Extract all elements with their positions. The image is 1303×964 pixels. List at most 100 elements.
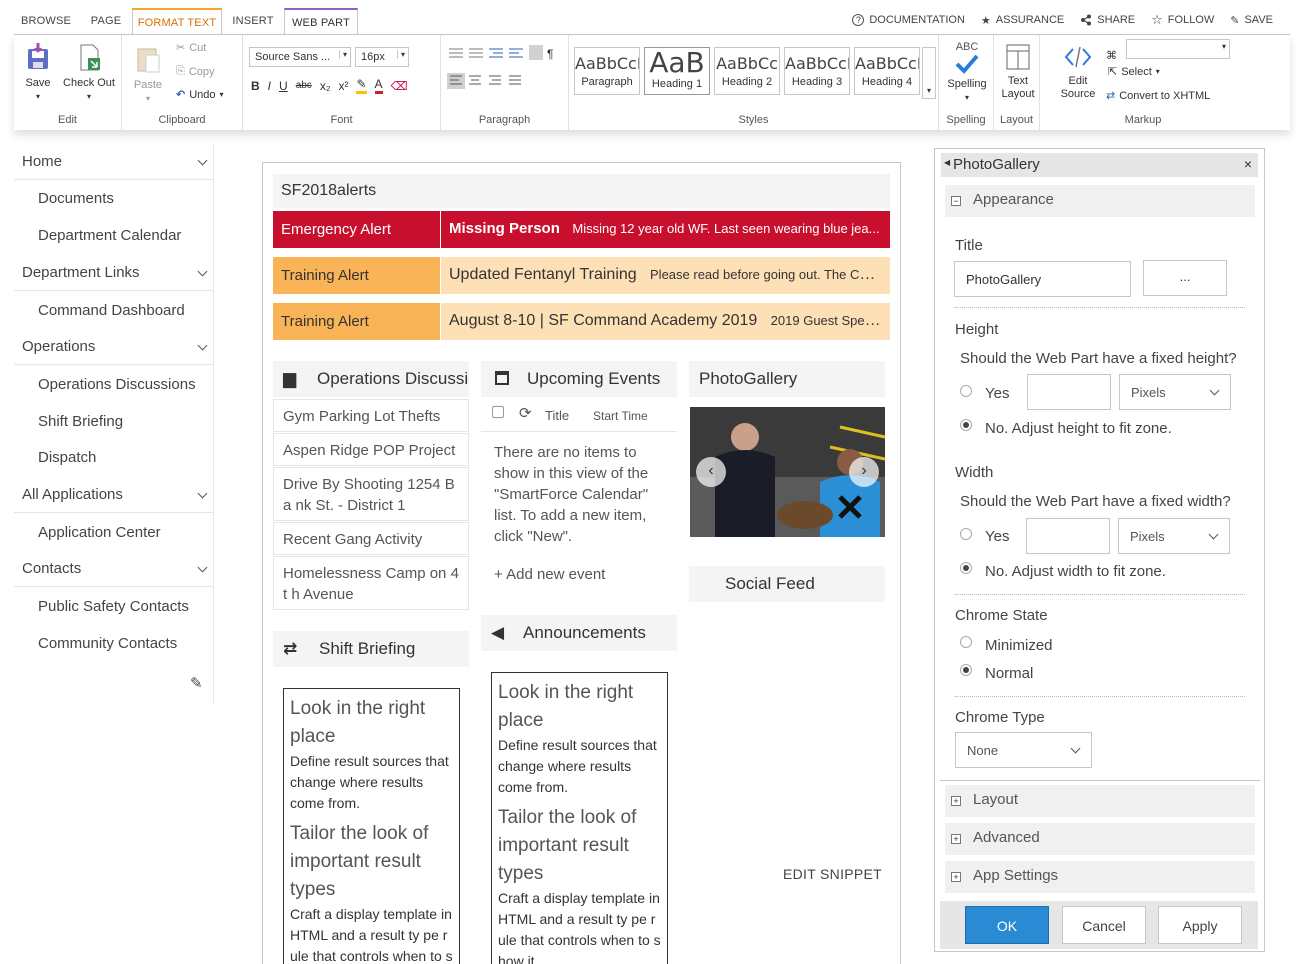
edit-links-pencil-icon[interactable]: ✎ [190, 674, 203, 692]
previous-image-button[interactable]: ‹ [696, 457, 726, 487]
title-input[interactable]: PhotoGallery [954, 261, 1131, 297]
events-col-start[interactable]: Start Time [593, 409, 648, 423]
save-link[interactable]: ✎ SAVE [1230, 12, 1273, 28]
checkout-button[interactable]: Check Out ▾ [60, 43, 118, 103]
paragraph-tools-icon[interactable]: ¶ [447, 45, 565, 99]
font-family-select[interactable]: Source Sans ... ▾ [249, 47, 351, 67]
select-all-checkbox[interactable] [492, 406, 504, 418]
follow-link[interactable]: ☆ FOLLOW [1151, 12, 1214, 28]
add-new-event-link[interactable]: + Add new event [494, 566, 605, 583]
list-item[interactable]: Aspen Ridge POP Project [273, 433, 469, 466]
style-heading-2[interactable]: AaBbCc Heading 2 [714, 47, 780, 95]
refresh-icon[interactable]: ⟳ [519, 404, 532, 422]
styles-more-button[interactable]: ▾ [922, 47, 936, 99]
underline-button[interactable]: U [279, 79, 288, 93]
style-heading-4[interactable]: AaBbCcD Heading 4 [854, 47, 920, 95]
chevron-down-icon[interactable] [197, 340, 208, 351]
tab-page[interactable]: PAGE [84, 8, 128, 36]
nav-department-links[interactable]: Department Links [14, 255, 214, 291]
section-layout[interactable]: + Layout [945, 785, 1255, 817]
events-col-title[interactable]: Title [545, 408, 569, 423]
height-yes-radio[interactable] [960, 385, 972, 397]
nav-department-calendar[interactable]: Department Calendar [38, 227, 181, 244]
convert-xhtml-button[interactable]: ⇄ Convert to XHTML [1106, 89, 1210, 103]
tab-web-part[interactable]: WEB PART [284, 8, 358, 36]
nav-community-contacts[interactable]: Community Contacts [38, 635, 177, 652]
height-unit-select[interactable]: Pixels [1119, 374, 1231, 410]
next-image-button[interactable]: › [849, 457, 879, 487]
spelling-button[interactable]: ABC Spelling ▾ [943, 41, 991, 104]
share-link[interactable]: SHARE [1080, 12, 1135, 28]
ok-button[interactable]: OK [965, 906, 1049, 944]
social-feed-header[interactable]: Social Feed [689, 566, 885, 602]
superscript-button[interactable]: x² [338, 79, 348, 93]
chevron-down-icon[interactable] [197, 155, 208, 166]
alert-row-training-1[interactable]: Training Alert Updated Fentanyl Training… [273, 257, 890, 294]
browse-button[interactable]: ... [1143, 260, 1227, 296]
language-icon[interactable]: ⌘ [1106, 49, 1117, 62]
section-app-settings[interactable]: + App Settings [945, 861, 1255, 893]
clear-format-icon[interactable]: ⌫ [391, 79, 408, 93]
nav-operations[interactable]: Operations [14, 329, 214, 365]
edit-source-button[interactable]: Edit Source [1056, 43, 1100, 101]
font-size-select[interactable]: 16px ▾ [355, 47, 409, 67]
minimized-radio[interactable] [960, 636, 972, 648]
close-icon[interactable]: × [1244, 156, 1252, 172]
width-yes-radio[interactable] [960, 528, 972, 540]
highlight-icon[interactable]: ✎ [356, 77, 367, 94]
shift-briefing-title[interactable]: Shift Briefing [319, 639, 415, 658]
nav-public-safety-contacts[interactable]: Public Safety Contacts [38, 598, 189, 615]
undo-button[interactable]: ↶ Undo ▾ [176, 88, 224, 102]
nav-application-center[interactable]: Application Center [38, 524, 161, 541]
section-appearance[interactable]: − Appearance [945, 185, 1255, 217]
nav-all-applications[interactable]: All Applications [14, 477, 214, 513]
style-heading-3[interactable]: AaBbCcI Heading 3 [784, 47, 850, 95]
italic-button[interactable]: I [268, 79, 271, 93]
list-item[interactable]: Gym Parking Lot Thefts [273, 399, 469, 432]
copy-button[interactable]: ⎘ Copy [176, 65, 215, 78]
save-button[interactable]: Save ▾ [22, 43, 54, 103]
bold-button[interactable]: B [251, 79, 260, 93]
chevron-down-icon[interactable] [197, 562, 208, 573]
select-button[interactable]: ⇱ Select ▾ [1108, 65, 1160, 79]
nav-dispatch[interactable]: Dispatch [38, 449, 96, 466]
style-heading-1[interactable]: AaB Heading 1 [644, 47, 710, 95]
width-no-radio[interactable] [960, 562, 972, 574]
cancel-button[interactable]: Cancel [1062, 906, 1146, 944]
photo-gallery-header[interactable]: PhotoGallery [689, 361, 885, 397]
alert-row-training-2[interactable]: Training Alert August 8-10 | SF Command … [273, 303, 890, 340]
nav-home[interactable]: Home [14, 144, 214, 180]
height-no-radio[interactable] [960, 419, 972, 431]
subscript-button[interactable]: x₂ [320, 79, 331, 93]
chevron-down-icon[interactable] [197, 488, 208, 499]
edit-snippet-link[interactable]: EDIT SNIPPET [783, 866, 882, 882]
style-paragraph[interactable]: AaBbCcD Paragraph [574, 47, 640, 95]
width-unit-select[interactable]: Pixels [1118, 518, 1230, 554]
events-title[interactable]: Upcoming Events [527, 369, 660, 388]
font-color-button[interactable]: A [374, 77, 383, 94]
ops-discussions-title[interactable]: Operations Discussions [317, 369, 469, 388]
nav-contacts[interactable]: Contacts [14, 551, 214, 587]
chrome-type-select[interactable]: None [955, 732, 1092, 768]
list-item[interactable]: Homelessness Camp on 4t h Avenue [273, 556, 469, 610]
collapse-pane-icon[interactable]: ◀ [944, 158, 950, 167]
tab-insert[interactable]: INSERT [224, 8, 282, 36]
list-item[interactable]: Drive By Shooting 1254 Ba nk St. - Distr… [273, 467, 469, 521]
paste-button[interactable]: Paste ▾ [132, 45, 164, 105]
width-value-input[interactable] [1026, 518, 1110, 554]
nav-command-dashboard[interactable]: Command Dashboard [38, 302, 185, 319]
nav-documents[interactable]: Documents [38, 190, 114, 207]
chevron-down-icon[interactable] [197, 266, 208, 277]
nav-operations-discussions[interactable]: Operations Discussions [38, 376, 196, 393]
tab-browse[interactable]: BROWSE [14, 8, 78, 36]
text-layout-button[interactable]: Text Layout [998, 43, 1038, 101]
alert-row-emergency[interactable]: Emergency Alert Missing Person Missing 1… [273, 211, 890, 248]
markup-styles-select[interactable]: ▾ [1126, 39, 1230, 59]
assurance-link[interactable]: ★ ASSURANCE [981, 12, 1064, 28]
normal-radio[interactable] [960, 664, 972, 676]
strikethrough-button[interactable]: abc [296, 80, 312, 91]
list-item[interactable]: Recent Gang Activity [273, 522, 469, 555]
tab-format-text[interactable]: FORMAT TEXT [132, 8, 222, 36]
section-advanced[interactable]: + Advanced [945, 823, 1255, 855]
height-value-input[interactable] [1027, 374, 1111, 410]
